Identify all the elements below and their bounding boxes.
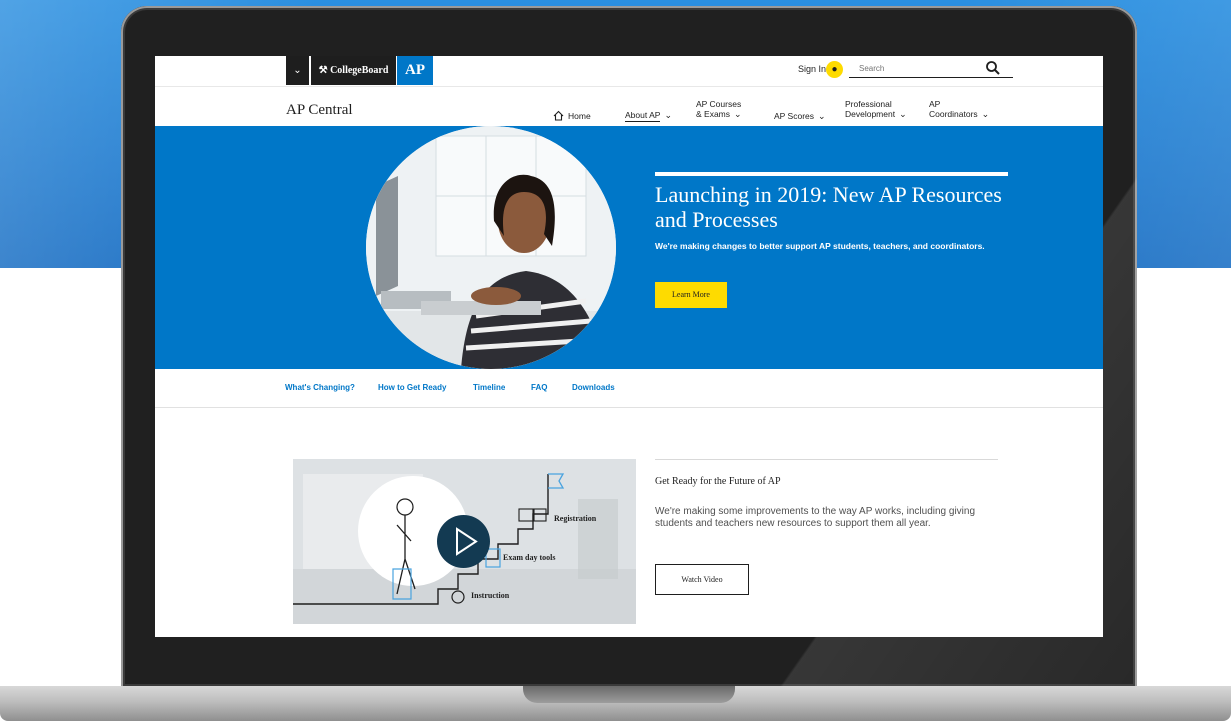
hero-title: Launching in 2019: New AP Resources and … [655, 182, 1002, 232]
chevron-down-icon: ⌄ [734, 109, 742, 119]
feature-text: We're making some improvements to the wa… [655, 506, 976, 529]
chevron-down-icon: ⌄ [981, 109, 990, 119]
sign-in-link[interactable]: Sign In [798, 64, 826, 74]
learn-more-button[interactable]: Learn More [655, 282, 727, 308]
nav-courses-exams[interactable]: AP Courses & Exams ⌄ [696, 99, 742, 119]
subnav-timeline[interactable]: Timeline [473, 383, 505, 392]
illustration-label-registration: Registration [554, 514, 597, 523]
chevron-down-icon: ⌄ [818, 111, 826, 121]
user-icon[interactable]: ● [826, 61, 843, 78]
subnav-faq[interactable]: FAQ [531, 383, 547, 392]
subnav-how-to-get-ready[interactable]: How to Get Ready [378, 383, 446, 392]
site-nav: AP Central Home About AP ⌄ AP Courses & Ex… [155, 87, 1103, 126]
nav-ap-scores[interactable]: AP Scores ⌄ [774, 111, 826, 121]
play-icon [456, 527, 478, 556]
global-header: ⌄ ⚒ CollegeBoard AP Sign In ● [155, 56, 1103, 87]
video-thumbnail[interactable]: Registration Exam day tools Instruction [293, 459, 636, 624]
hero-accent-bar [655, 172, 1008, 176]
divider [655, 459, 998, 460]
search-icon[interactable] [985, 60, 1001, 76]
collegeboard-logo[interactable]: ⚒ CollegeBoard [311, 56, 396, 85]
play-button[interactable] [437, 515, 490, 568]
illustration-label-instruction: Instruction [471, 591, 510, 600]
feature-title: Get Ready for the Future of AP [655, 476, 781, 487]
hero-photo [366, 126, 616, 369]
watch-video-button[interactable]: Watch Video [655, 564, 749, 595]
nav-about-ap[interactable]: About AP ⌄ [625, 110, 672, 122]
subnav-downloads[interactable]: Downloads [572, 383, 615, 392]
laptop-notch [523, 686, 735, 703]
hero-banner: Launching in 2019: New AP Resources and … [155, 126, 1103, 369]
chevron-down-icon: ⌄ [293, 65, 302, 76]
screen: ⌄ ⚒ CollegeBoard AP Sign In ● AP Central… [155, 56, 1103, 637]
chevron-down-icon: ⌄ [899, 109, 907, 119]
home-icon [553, 110, 564, 121]
nav-home[interactable]: Home [568, 111, 591, 121]
hero-subtitle: We're making changes to better support A… [655, 241, 985, 251]
ap-logo[interactable]: AP [397, 56, 433, 85]
nav-professional-development[interactable]: Professional Development ⌄ [845, 99, 907, 119]
menu-toggle-button[interactable]: ⌄ [286, 56, 309, 85]
section-nav: What's Changing? How to Get Ready Timeli… [155, 369, 1103, 408]
illustration-label-exam-day-tools: Exam day tools [503, 553, 556, 562]
subnav-whats-changing[interactable]: What's Changing? [285, 383, 355, 392]
site-title[interactable]: AP Central [286, 102, 353, 119]
nav-ap-coordinators[interactable]: AP Coordinators ⌄ [929, 99, 989, 119]
chevron-down-icon: ⌄ [664, 110, 672, 120]
